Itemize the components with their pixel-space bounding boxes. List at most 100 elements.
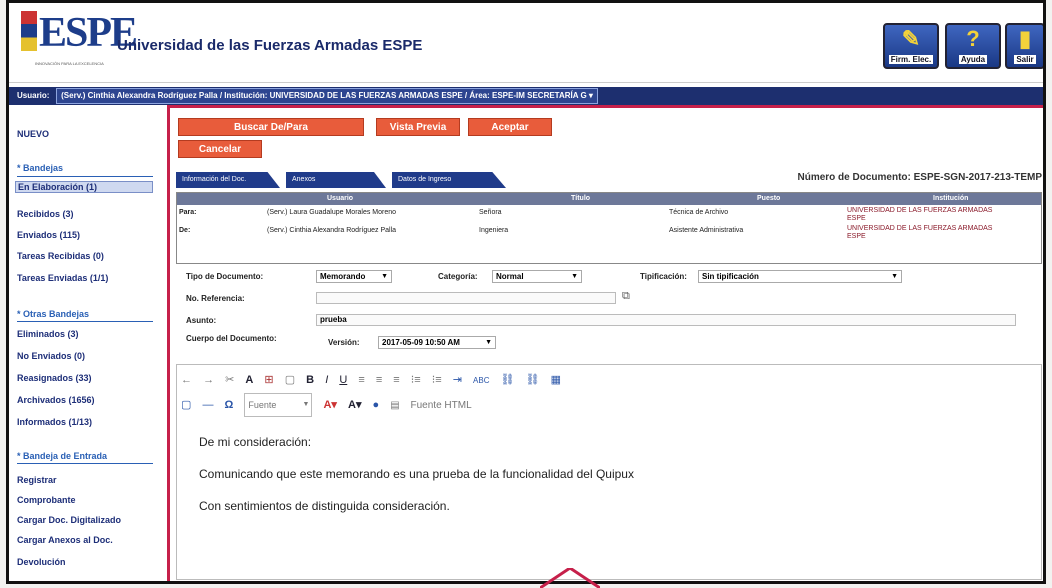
user-info-bar: Usuario: (Serv.) Cinthia Alexandra Rodrí…: [9, 87, 1043, 105]
editor-body[interactable]: De mi consideración: Comunicando que est…: [199, 435, 634, 531]
sidebar-item-comprobante[interactable]: Comprobante: [17, 495, 76, 505]
sidebar-item-cargar-anexos[interactable]: Cargar Anexos al Doc.: [17, 535, 113, 545]
tipificacion-label: Tipificación:: [640, 272, 687, 281]
omega-icon[interactable]: Ω: [225, 394, 234, 416]
table-icon[interactable]: ▦: [551, 369, 561, 391]
redo-icon[interactable]: →: [203, 369, 214, 391]
paragraph: De mi consideración:: [199, 435, 312, 449]
categoria-select[interactable]: Normal ▼: [492, 270, 582, 283]
italic-icon[interactable]: I: [325, 369, 328, 391]
text-color-icon[interactable]: A▾: [323, 394, 336, 416]
cancelar-button[interactable]: Cancelar: [178, 140, 262, 158]
recipients-table: Usuario Título Puesto Institución Para: …: [176, 192, 1042, 264]
header: ESPE INNOVACIÓN PARA LA EXCELENCIA Unive…: [9, 3, 1043, 83]
tab-anexos[interactable]: Anexos: [286, 172, 386, 188]
firma-electronica-button[interactable]: ✎ Firm. Elec.: [883, 23, 939, 69]
source-html-button[interactable]: ▤ Fuente HTML: [390, 395, 479, 417]
main-panel: Buscar De/Para Vista Previa Aceptar Canc…: [167, 105, 1043, 581]
align-left-icon[interactable]: ≡: [358, 369, 364, 391]
sidebar-item-enviados[interactable]: Enviados (115): [17, 230, 80, 240]
frame-icon[interactable]: ▢: [285, 369, 295, 391]
asunto-label: Asunto:: [186, 316, 217, 325]
col-puesto: Puesto: [757, 195, 781, 202]
editor-toolbar-1: ← → ✂ A ⊞ ▢ B I U ≡ ≡ ≡ ⁝≡ ⁝≡ ⇥ ABC ⛓ ⛓ …: [181, 369, 569, 391]
sidebar-item-devolucion[interactable]: Devolución: [17, 557, 66, 567]
asunto-input[interactable]: prueba: [316, 314, 1016, 326]
paragraph: Comunicando que este memorando es una pr…: [199, 467, 634, 481]
buscar-de-para-button[interactable]: Buscar De/Para: [178, 118, 364, 136]
font-select[interactable]: Fuente ▼: [244, 393, 313, 417]
sidebar-item-cargar-doc[interactable]: Cargar Doc. Digitalizado: [17, 515, 121, 525]
sidebar-item-eliminados[interactable]: Eliminados (3): [17, 329, 79, 339]
undo-icon[interactable]: ←: [181, 369, 192, 391]
flag-emblem-icon: [21, 11, 37, 51]
ayuda-button[interactable]: ? Ayuda: [945, 23, 1001, 69]
image-icon[interactable]: ⊞: [264, 369, 273, 391]
spellcheck-icon[interactable]: ABC: [473, 370, 489, 392]
globe-icon[interactable]: ●: [373, 394, 380, 416]
bullet-list-icon[interactable]: ⁝≡: [432, 369, 442, 391]
tipo-documento-select[interactable]: Memorando ▼: [316, 270, 392, 283]
sidebar-item-no-enviados[interactable]: No Enviados (0): [17, 351, 85, 361]
sidebar-title-bandejas[interactable]: * Bandejas: [17, 163, 63, 173]
tab-datos-ingreso[interactable]: Datos de Ingreso: [392, 172, 506, 188]
university-name: Universidad de las Fuerzas Armadas ESPE: [117, 37, 423, 54]
copy-icon[interactable]: ⧉: [622, 290, 630, 303]
sidebar-item-reasignados[interactable]: Reasignados (33): [17, 373, 92, 383]
editor-toolbar-2: ▢ — Ω Fuente ▼ A▾ A▾ ● ▤ Fuente HTML: [181, 393, 488, 417]
cut-icon[interactable]: ✂: [225, 369, 234, 391]
sidebar-item-recibidos[interactable]: Recibidos (3): [17, 209, 74, 219]
numbered-list-icon[interactable]: ⁝≡: [411, 369, 421, 391]
bold-icon[interactable]: B: [306, 369, 314, 391]
sidebar-title-entrada[interactable]: * Bandeja de Entrada: [17, 451, 107, 461]
sidebar-item-en-elaboracion[interactable]: En Elaboración (1): [15, 181, 153, 193]
sidebar-nuevo[interactable]: NUEVO: [17, 129, 49, 139]
document-number: Número de Documento: ESPE-SGN-2017-213-T…: [797, 172, 1043, 183]
divider: [17, 321, 153, 322]
sidebar-item-tareas-enviadas[interactable]: Tareas Enviadas (1/1): [17, 273, 108, 283]
sidebar-item-informados[interactable]: Informados (1/13): [17, 417, 92, 427]
aceptar-button[interactable]: Aceptar: [468, 118, 552, 136]
bg-color-icon[interactable]: A▾: [348, 394, 361, 416]
link-icon[interactable]: ⛓: [501, 369, 515, 391]
version-select[interactable]: 2017-05-09 10:50 AM ▼: [378, 336, 496, 349]
exit-door-icon: ▮: [1018, 26, 1032, 51]
vista-previa-button[interactable]: Vista Previa: [376, 118, 460, 136]
help-icon: ?: [966, 26, 980, 51]
sidebar-item-tareas-recibidas[interactable]: Tareas Recibidas (0): [17, 251, 104, 261]
referencia-label: No. Referencia:: [186, 294, 245, 303]
sidebar-title-otras[interactable]: * Otras Bandejas: [17, 309, 89, 319]
sidebar: NUEVO * Bandejas En Elaboración (1) Reci…: [9, 105, 159, 581]
table-header: Usuario Título Puesto Institución: [177, 193, 1041, 205]
tipificacion-select[interactable]: Sin tipificación ▼: [698, 270, 902, 283]
col-institucion: Institución: [933, 195, 969, 202]
browser-frame: ESPE INNOVACIÓN PARA LA EXCELENCIA Unive…: [6, 0, 1046, 584]
tipo-label: Tipo de Documento:: [186, 272, 264, 281]
user-label: Usuario:: [17, 91, 50, 100]
divider: [17, 463, 153, 464]
version-label: Versión:: [328, 338, 360, 347]
referencia-input[interactable]: [316, 292, 616, 304]
pen-icon: ✎: [901, 26, 921, 51]
callout-pointer-icon: [540, 568, 600, 588]
sidebar-item-registrar[interactable]: Registrar: [17, 475, 57, 485]
logo-subtitle: INNOVACIÓN PARA LA EXCELENCIA: [35, 61, 104, 66]
align-right-icon[interactable]: ≡: [393, 369, 399, 391]
frame-icon[interactable]: ▢: [181, 394, 191, 416]
tab-informacion[interactable]: Información del Doc.: [176, 172, 280, 188]
cuerpo-label: Cuerpo del Documento:: [186, 334, 277, 343]
chevron-down-icon: ▼: [381, 273, 388, 280]
horizontal-rule-icon[interactable]: —: [202, 394, 213, 416]
unlink-icon[interactable]: ⛓: [526, 369, 540, 391]
user-area-select[interactable]: (Serv.) Cinthia Alexandra Rodríguez Pall…: [56, 88, 598, 104]
divider: [17, 176, 153, 177]
indent-icon[interactable]: ⇥: [453, 369, 462, 391]
salir-button[interactable]: ▮ Salir: [1005, 23, 1043, 69]
col-usuario: Usuario: [327, 195, 354, 202]
sidebar-item-archivados[interactable]: Archivados (1656): [17, 395, 95, 405]
underline-icon[interactable]: U: [339, 369, 347, 391]
find-icon[interactable]: A: [245, 369, 253, 391]
rich-text-editor[interactable]: ← → ✂ A ⊞ ▢ B I U ≡ ≡ ≡ ⁝≡ ⁝≡ ⇥ ABC ⛓ ⛓ …: [176, 364, 1042, 580]
align-center-icon[interactable]: ≡: [376, 369, 382, 391]
chevron-down-icon: ▼: [571, 273, 578, 280]
